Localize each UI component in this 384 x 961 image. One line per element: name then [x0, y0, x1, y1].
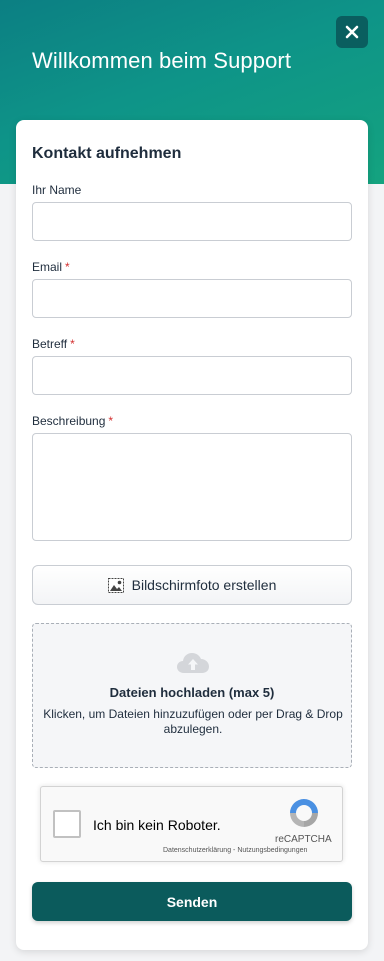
required-marker: *: [108, 414, 114, 428]
subject-input[interactable]: [32, 356, 352, 395]
dropzone-subtitle: Klicken, um Dateien hinzuzufügen oder pe…: [43, 707, 343, 736]
form-title: Kontakt aufnehmen: [32, 145, 182, 162]
recaptcha-widget: Ich bin kein Roboter. reCAPTCHA Datensch…: [40, 786, 343, 862]
contact-form-card: Kontakt aufnehmen Ihr Name Email * Betref…: [16, 120, 368, 950]
name-label-text: Ihr Name: [32, 183, 82, 197]
recaptcha-brand: reCAPTCHA: [275, 834, 332, 845]
recaptcha-logo-icon: [290, 799, 318, 827]
name-label: Ihr Name: [32, 183, 81, 197]
submit-button[interactable]: Senden: [32, 882, 352, 921]
close-icon: [345, 25, 359, 39]
required-marker: *: [70, 337, 75, 351]
name-input[interactable]: [32, 202, 352, 241]
recaptcha-checkbox[interactable]: [53, 810, 81, 838]
cloud-upload-icon: [177, 653, 209, 673]
email-label-text: Email: [32, 260, 63, 274]
recaptcha-links[interactable]: Datenschutzerklärung - Nutzungsbedingung…: [163, 847, 307, 854]
image-icon: [107, 577, 124, 593]
recaptcha-label: Ich bin kein Roboter.: [93, 817, 221, 833]
page-title: Willkommen beim Support: [32, 48, 292, 73]
screenshot-button[interactable]: Bildschirmfoto erstellen: [32, 565, 352, 605]
close-button[interactable]: [336, 16, 368, 48]
screenshot-button-label: Bildschirmfoto erstellen: [131, 577, 277, 593]
required-marker: *: [65, 260, 70, 274]
email-label: Email *: [32, 260, 70, 274]
email-input[interactable]: [32, 279, 352, 318]
subject-label: Betreff *: [32, 337, 75, 351]
description-textarea[interactable]: [32, 433, 352, 541]
description-label: Beschreibung *: [32, 414, 113, 428]
subject-label-text: Betreff: [32, 337, 68, 351]
description-label-text: Beschreibung: [32, 414, 106, 428]
dropzone-title: Dateien hochladen (max 5): [109, 685, 275, 700]
file-dropzone[interactable]: Dateien hochladen (max 5) Klicken, um Da…: [32, 623, 352, 768]
